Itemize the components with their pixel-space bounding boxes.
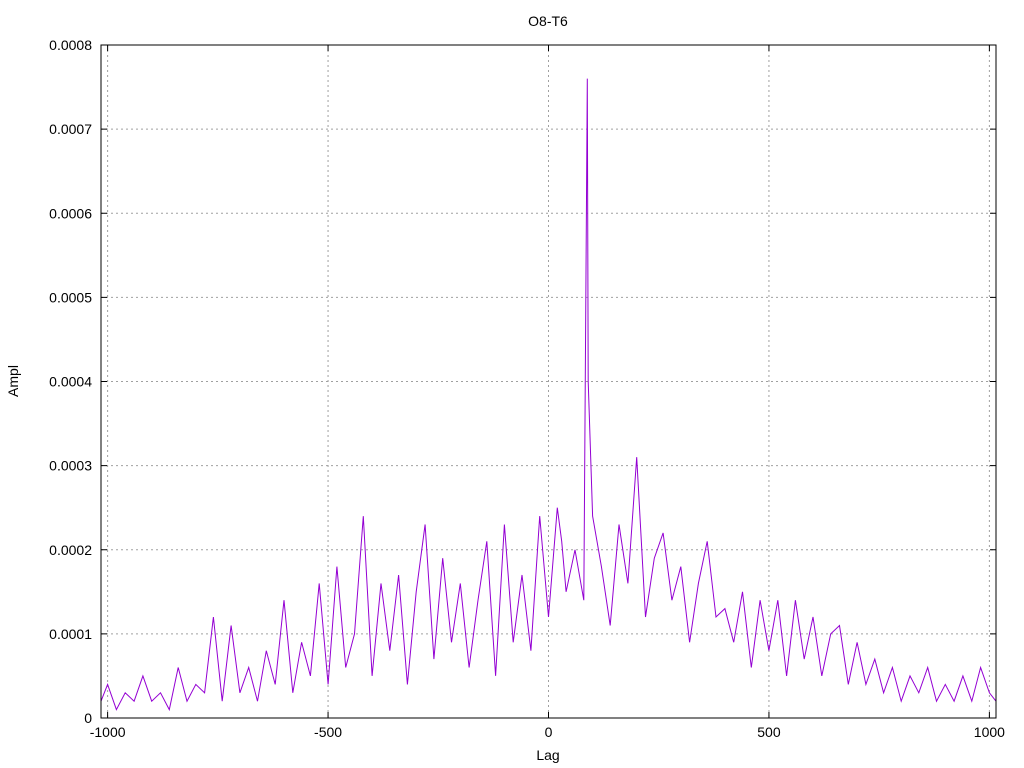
- chart: -1000 -500 0 500 1000 0 0.0001 0.0002 0.0003 0.00…: [0, 0, 1024, 768]
- x-tick-label: 1000: [974, 724, 1005, 740]
- x-tick-label: -1000: [90, 724, 126, 740]
- x-tick-label: 500: [757, 724, 781, 740]
- y-tick-label: 0.0004: [49, 374, 92, 390]
- y-tick-label: 0.0003: [49, 458, 92, 474]
- x-tick-label: -500: [314, 724, 342, 740]
- chart-background: [0, 0, 1024, 768]
- y-tick-label: 0: [84, 710, 92, 726]
- y-tick-label: 0.0007: [49, 121, 92, 137]
- y-tick-label: 0.0006: [49, 205, 92, 221]
- y-tick-label: 0.0005: [49, 289, 92, 305]
- y-tick-label: 0.0001: [49, 626, 92, 642]
- x-tick-label: 0: [545, 724, 553, 740]
- y-axis-label: Ampl: [5, 365, 21, 397]
- y-tick-label: 0.0002: [49, 542, 92, 558]
- chart-title: O8-T6: [528, 13, 568, 29]
- x-axis-label: Lag: [536, 747, 559, 763]
- y-tick-label: 0.0008: [49, 37, 92, 53]
